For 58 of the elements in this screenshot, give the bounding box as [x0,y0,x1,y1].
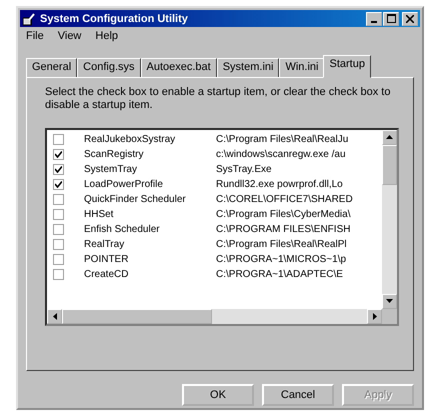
checkbox[interactable] [53,238,64,250]
ok-button[interactable]: OK [182,384,254,406]
left-arrow-icon [52,312,56,320]
close-button[interactable] [402,12,418,26]
tab[interactable]: General [26,58,78,76]
item-command: SysTray.Exe [216,164,272,174]
item-name: HHSet [84,208,114,220]
item-command: C:\PROGRA~1\ADAPTEC\E [216,268,343,280]
checkbox[interactable] [53,148,64,160]
tab[interactable]: Config.sys [77,58,140,76]
minimize-button[interactable] [366,12,382,26]
menu-item[interactable]: View [58,30,82,44]
checkbox[interactable] [53,268,64,280]
item-command: C:\PROGRA~1\MICROS~1\p [216,254,346,264]
menu-item[interactable]: File [26,30,44,44]
item-name: RealTray [84,238,126,250]
item-command: c:\windows\scanregw.exe /au [216,148,346,160]
checkbox[interactable] [53,224,64,234]
item-name: SystemTray [84,164,138,174]
minimize-icon [371,20,377,23]
scrollbar-corner [382,308,397,324]
checkbox[interactable] [53,178,64,190]
maximize-button[interactable] [383,12,399,26]
item-name: POINTER [84,254,130,264]
instructions-text: Select the check box to enable a startup item, or clear the check box to disable a startup item. [45,86,392,112]
window-title: System Configuration Utility [40,12,189,25]
item-command: C:\Program Files\CyberMedia\ [216,208,350,220]
scroll-thumb[interactable] [62,308,212,324]
up-arrow-icon [386,135,393,139]
item-name: LoadPowerProfile [84,178,164,190]
checkbox[interactable] [53,194,64,204]
item-command: C:\PROGRAM FILES\ENFISH [216,224,350,234]
item-command: C:\COREL\OFFICE7\SHARED [216,194,353,204]
item-command: C:\Program Files\Real\RealPl [216,238,347,250]
checkbox[interactable] [53,254,64,264]
item-name: ScanRegistry [84,148,144,160]
close-icon [406,14,414,23]
checkbox[interactable] [53,208,64,220]
tab[interactable]: Startup [323,54,371,78]
menu-item[interactable]: Help [95,30,118,44]
item-name: QuickFinder Scheduler [84,194,187,204]
item-name: CreateCD [84,268,130,280]
maximize-icon [386,14,396,24]
scroll-thumb[interactable] [382,144,397,184]
item-name: RealJukeboxSystray [84,134,176,144]
tab[interactable]: System.ini [216,58,280,76]
cancel-button[interactable]: Cancel [262,384,334,406]
horizontal-scrollbar[interactable] [47,308,397,324]
item-command: Rundll32.exe powrprof.dll,Lo [216,178,343,190]
checkbox[interactable] [53,164,64,174]
item-command: C:\Program Files\Real\RealJu [216,134,348,144]
vertical-scrollbar[interactable] [382,130,397,308]
checkbox[interactable] [53,134,64,144]
right-arrow-icon [372,312,376,320]
app-icon [22,12,36,26]
item-name: Enfish Scheduler [84,224,161,234]
tab[interactable]: Autoexec.bat [140,58,217,76]
down-arrow-icon [386,299,393,303]
